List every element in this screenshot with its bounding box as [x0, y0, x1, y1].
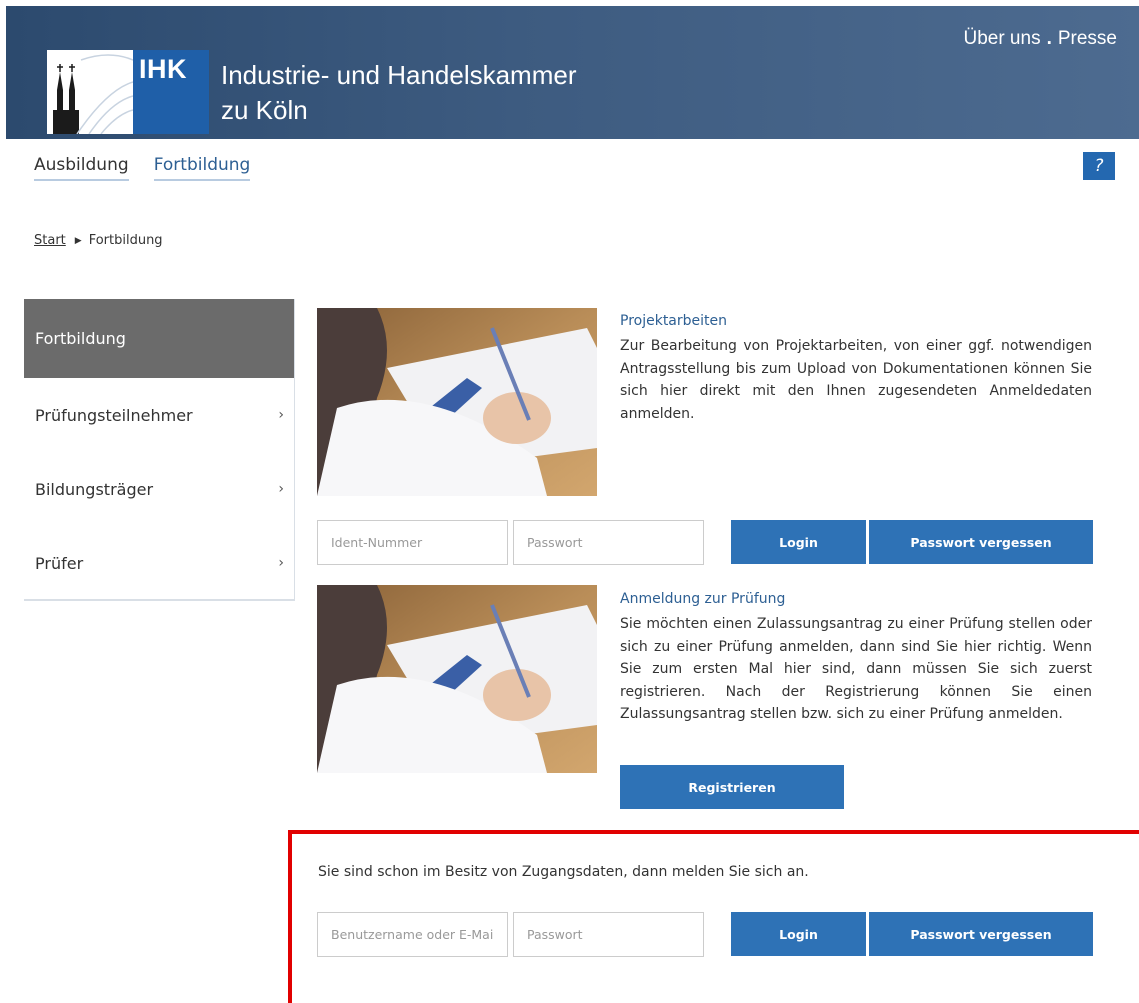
help-button[interactable]: ? [1083, 152, 1115, 180]
header-title-line2: zu Köln [221, 95, 308, 125]
sidebar-item-label: Prüfer [35, 553, 84, 573]
sidebar-item-pruefungsteilnehmer[interactable]: Prüfungsteilnehmer › [24, 378, 294, 452]
account-forgot-password-button[interactable]: Passwort vergessen [869, 912, 1093, 956]
top-links: Über uns. Presse [963, 28, 1117, 50]
ihk-logo[interactable]: IHK [47, 50, 209, 134]
sidebar-item-bildungstraeger[interactable]: Bildungsträger › [24, 452, 294, 526]
chevron-right-icon: › [278, 555, 284, 571]
projektarbeiten-text: Zur Bearbeitung von Projektarbeiten, von… [620, 338, 1092, 422]
cathedral-logo-icon [47, 50, 133, 134]
sidebar-item-label: Bildungsträger [35, 479, 154, 499]
breadcrumb: Start ▶ Fortbildung [34, 233, 163, 248]
projektarbeiten-photo [317, 308, 597, 496]
account-login-button[interactable]: Login [731, 912, 866, 956]
breadcrumb-arrow-icon: ▶ [74, 236, 82, 246]
sidebar-item-label: Fortbildung [35, 329, 126, 348]
anmeldung-title[interactable]: Anmeldung zur Prüfung [620, 591, 785, 607]
chevron-right-icon: › [278, 481, 284, 497]
anmeldung-text: Sie möchten einen Zulassungsantrag zu ei… [620, 616, 1092, 722]
sidebar-item-label: Prüfungsteilnehmer [35, 405, 193, 425]
password-input[interactable] [513, 520, 704, 565]
sidebar: Fortbildung Prüfungsteilnehmer › Bildung… [24, 299, 295, 601]
header-title-line1: Industrie- und Handelskammer [221, 60, 577, 90]
projektarbeiten-title[interactable]: Projektarbeiten [620, 313, 727, 329]
username-email-input[interactable] [317, 912, 508, 957]
link-separator: . [1046, 28, 1052, 49]
link-ueber-uns[interactable]: Über uns [963, 28, 1040, 49]
anmeldung-photo [317, 585, 597, 773]
chevron-right-icon: › [278, 407, 284, 423]
link-presse[interactable]: Presse [1058, 28, 1117, 49]
nav-fortbildung[interactable]: Fortbildung [153, 155, 251, 181]
account-password-input[interactable] [513, 912, 704, 957]
nav-ausbildung[interactable]: Ausbildung [34, 155, 129, 181]
sidebar-item-pruefer[interactable]: Prüfer › [24, 526, 294, 600]
login-button[interactable]: Login [731, 520, 866, 564]
sidebar-item-fortbildung[interactable]: Fortbildung [24, 299, 294, 378]
breadcrumb-current: Fortbildung [88, 233, 163, 248]
existing-account-text: Sie sind schon im Besitz von Zugangsdate… [318, 864, 809, 880]
writing-person-image [317, 585, 597, 773]
header-title: Industrie- und Handelskammer zu Köln [221, 58, 577, 128]
writing-person-image [317, 308, 597, 496]
logo-text: IHK [139, 54, 187, 84]
register-button[interactable]: Registrieren [620, 765, 844, 809]
forgot-password-button[interactable]: Passwort vergessen [869, 520, 1093, 564]
ident-number-input[interactable] [317, 520, 508, 565]
site-header: IHK Industrie- und Handelskammer zu Köln… [6, 6, 1139, 139]
main-nav: Ausbildung Fortbildung [34, 155, 270, 181]
breadcrumb-start[interactable]: Start [34, 233, 66, 248]
